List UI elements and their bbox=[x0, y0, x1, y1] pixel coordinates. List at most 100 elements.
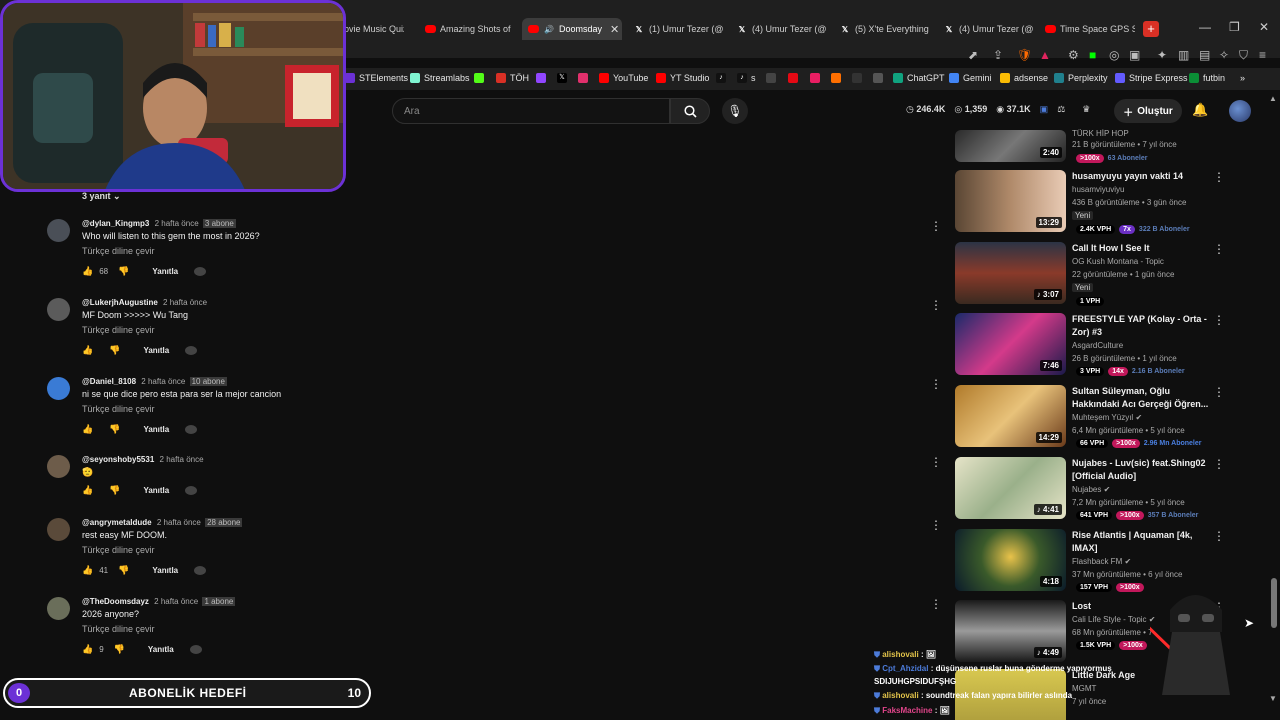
comment-time[interactable]: 2 hafta önce bbox=[163, 298, 207, 307]
related-video[interactable]: 2:40 TÜRK HİP HOP 21 B görüntüleme • 7 y… bbox=[955, 108, 1225, 174]
open-external-icon[interactable]: ⬈ bbox=[968, 48, 978, 62]
browser-tab[interactable]: Time Space GPS Sc bbox=[1045, 18, 1135, 40]
browser-tab[interactable]: Amazing Shots of G bbox=[425, 18, 513, 40]
bookmark-item[interactable] bbox=[766, 73, 780, 83]
minimize-icon[interactable]: — bbox=[1199, 20, 1211, 34]
comment-time[interactable]: 2 hafta önce bbox=[154, 597, 198, 606]
brave-shield-icon[interactable]: 🛡 bbox=[1017, 48, 1032, 62]
like-icon[interactable]: 👍 bbox=[82, 485, 93, 496]
video-title[interactable]: husamyuyu yayın vakti 14 bbox=[1072, 170, 1212, 183]
like-icon[interactable]: 👍 bbox=[82, 644, 93, 655]
comment-time[interactable]: 2 hafta önce bbox=[157, 518, 201, 527]
vpn-icon[interactable]: ⛉ bbox=[1239, 48, 1248, 63]
extension-icon[interactable]: ◎ bbox=[1109, 48, 1119, 62]
video-channel[interactable]: Nujabes ✔ bbox=[1072, 485, 1110, 494]
video-channel[interactable]: MGMT bbox=[1072, 684, 1096, 693]
extensions-puzzle-icon[interactable]: ✦ bbox=[1157, 48, 1167, 62]
more-actions-icon[interactable]: ⋮ bbox=[930, 455, 942, 469]
bookmark-item[interactable] bbox=[852, 73, 866, 83]
scrollbar-thumb[interactable] bbox=[1271, 578, 1277, 628]
comment-author[interactable]: @dylan_Kingmp3 bbox=[82, 219, 149, 228]
bookmark-item[interactable]: YouTube bbox=[599, 73, 648, 83]
video-channel[interactable]: husamviyuviyu bbox=[1072, 185, 1124, 194]
video-title[interactable]: Rise Atlantis | Aquaman [4k, IMAX] bbox=[1072, 529, 1212, 555]
share-icon[interactable]: ⇪ bbox=[993, 48, 1003, 62]
creator-heart-icon[interactable] bbox=[185, 486, 198, 495]
dislike-icon[interactable]: 👎 bbox=[114, 644, 125, 655]
more-actions-icon[interactable]: ⋮ bbox=[1213, 457, 1225, 471]
bookmark-item[interactable]: Streamlabs bbox=[410, 73, 470, 83]
video-channel[interactable]: AsgardCulture bbox=[1072, 341, 1123, 350]
browser-tab[interactable]: 𝕏 (4) Umur Tezer (@U bbox=[943, 18, 1033, 40]
video-title[interactable]: Call It How I See It bbox=[1072, 242, 1212, 255]
more-actions-icon[interactable]: ⋮ bbox=[1213, 313, 1225, 327]
bookmark-item[interactable] bbox=[810, 73, 824, 83]
dislike-icon[interactable]: 👎 bbox=[118, 565, 129, 576]
reply-button[interactable]: Yanıtla bbox=[143, 486, 169, 495]
dislike-icon[interactable]: 👎 bbox=[109, 424, 120, 435]
like-icon[interactable]: 👍 bbox=[82, 345, 93, 356]
browser-tab[interactable]: 𝕏 (5) X'te Everything bbox=[839, 18, 929, 40]
browser-tab[interactable]: 𝕏 (4) Umur Tezer (@U bbox=[736, 18, 826, 40]
like-icon[interactable]: 👍 bbox=[82, 424, 93, 435]
bookmark-item[interactable]: Perplexity bbox=[1054, 73, 1108, 83]
bookmark-item[interactable]: ♪ s bbox=[737, 73, 756, 83]
video-thumbnail[interactable]: 4:18 bbox=[955, 529, 1066, 591]
video-channel[interactable]: Flashback FM ✔ bbox=[1072, 557, 1131, 566]
related-video[interactable]: ♪ 3:07 Call It How I See It OG Kush Mont… bbox=[955, 242, 1225, 308]
bookmark-item[interactable] bbox=[474, 73, 488, 83]
more-actions-icon[interactable]: ⋮ bbox=[930, 518, 942, 532]
bookmarks-overflow-icon[interactable]: » bbox=[1240, 73, 1245, 83]
rewards-icon[interactable]: ▲ bbox=[1039, 48, 1051, 62]
browser-tab-active[interactable]: 🔊 Doomsday ✕ bbox=[522, 18, 622, 40]
reply-button[interactable]: Yanıtla bbox=[148, 645, 174, 654]
scroll-up-arrow-icon[interactable]: ▲ bbox=[1269, 94, 1277, 103]
bookmark-item[interactable] bbox=[788, 73, 802, 83]
translate-link[interactable]: Türkçe diline çevir bbox=[82, 624, 155, 634]
video-channel[interactable]: Cali Life Style - Topic ✔ bbox=[1072, 615, 1156, 624]
creator-heart-icon[interactable] bbox=[185, 425, 198, 434]
avatar[interactable] bbox=[47, 518, 70, 541]
video-channel[interactable]: OG Kush Montana - Topic bbox=[1072, 257, 1164, 266]
bookmark-item[interactable] bbox=[831, 73, 845, 83]
bookmark-item[interactable]: TÖH bbox=[496, 73, 529, 83]
ai-icon[interactable]: ✧ bbox=[1219, 48, 1229, 62]
bookmark-item[interactable]: 𝕏 bbox=[557, 73, 571, 83]
video-thumbnail[interactable]: ♪ 4:49 bbox=[955, 600, 1066, 662]
more-actions-icon[interactable]: ⋮ bbox=[930, 377, 942, 391]
video-thumbnail[interactable]: 14:29 bbox=[955, 385, 1066, 447]
more-actions-icon[interactable]: ⋮ bbox=[1213, 170, 1225, 184]
related-video[interactable]: 7:46 FREESTYLE YAP (Kolay - Orta - Zor) … bbox=[955, 313, 1225, 379]
bookmark-item[interactable]: STElements bbox=[345, 73, 408, 83]
voice-search-button[interactable]: 🎙 bbox=[722, 98, 748, 124]
video-title[interactable]: TÜRK HİP HOP bbox=[1072, 127, 1212, 140]
video-thumbnail[interactable]: ♪ 4:41 bbox=[955, 457, 1066, 519]
translate-link[interactable]: Türkçe diline çevir bbox=[82, 246, 155, 256]
dislike-icon[interactable]: 👎 bbox=[118, 266, 129, 277]
bookmark-item[interactable]: Gemini bbox=[949, 73, 992, 83]
avatar[interactable] bbox=[47, 377, 70, 400]
more-actions-icon[interactable]: ⋮ bbox=[930, 219, 942, 233]
bookmark-item[interactable]: Stripe Express bbox=[1115, 73, 1188, 83]
creator-heart-icon[interactable] bbox=[189, 645, 202, 654]
video-thumbnail[interactable]: 2:40 bbox=[955, 130, 1066, 162]
restore-icon[interactable]: ❐ bbox=[1229, 20, 1240, 34]
bookmark-item[interactable] bbox=[873, 73, 887, 83]
more-actions-icon[interactable]: ⋮ bbox=[930, 298, 942, 312]
bookmark-item[interactable]: ♪ bbox=[716, 73, 730, 83]
like-icon[interactable]: 👍 bbox=[82, 266, 93, 277]
translate-link[interactable]: Türkçe diline çevir bbox=[82, 545, 155, 555]
related-video[interactable]: 14:29 Sultan Süleyman, Oğlu Hakkındaki A… bbox=[955, 385, 1225, 451]
creator-heart-icon[interactable] bbox=[194, 566, 207, 575]
more-actions-icon[interactable]: ⋮ bbox=[1213, 242, 1225, 256]
reply-button[interactable]: Yanıtla bbox=[152, 267, 178, 276]
translate-link[interactable]: Türkçe diline çevir bbox=[82, 325, 155, 335]
creator-heart-icon[interactable] bbox=[194, 267, 207, 276]
reply-button[interactable]: Yanıtla bbox=[152, 566, 178, 575]
video-thumbnail[interactable]: 13:29 bbox=[955, 170, 1066, 232]
comment-author[interactable]: @TheDoomsdayz bbox=[82, 597, 149, 606]
dislike-icon[interactable]: 👎 bbox=[109, 345, 120, 356]
browser-tab[interactable]: ovie Music Quiz, I bbox=[344, 18, 404, 40]
extension-icon[interactable]: ■ bbox=[1089, 48, 1096, 62]
close-window-icon[interactable]: ✕ bbox=[1259, 20, 1269, 34]
